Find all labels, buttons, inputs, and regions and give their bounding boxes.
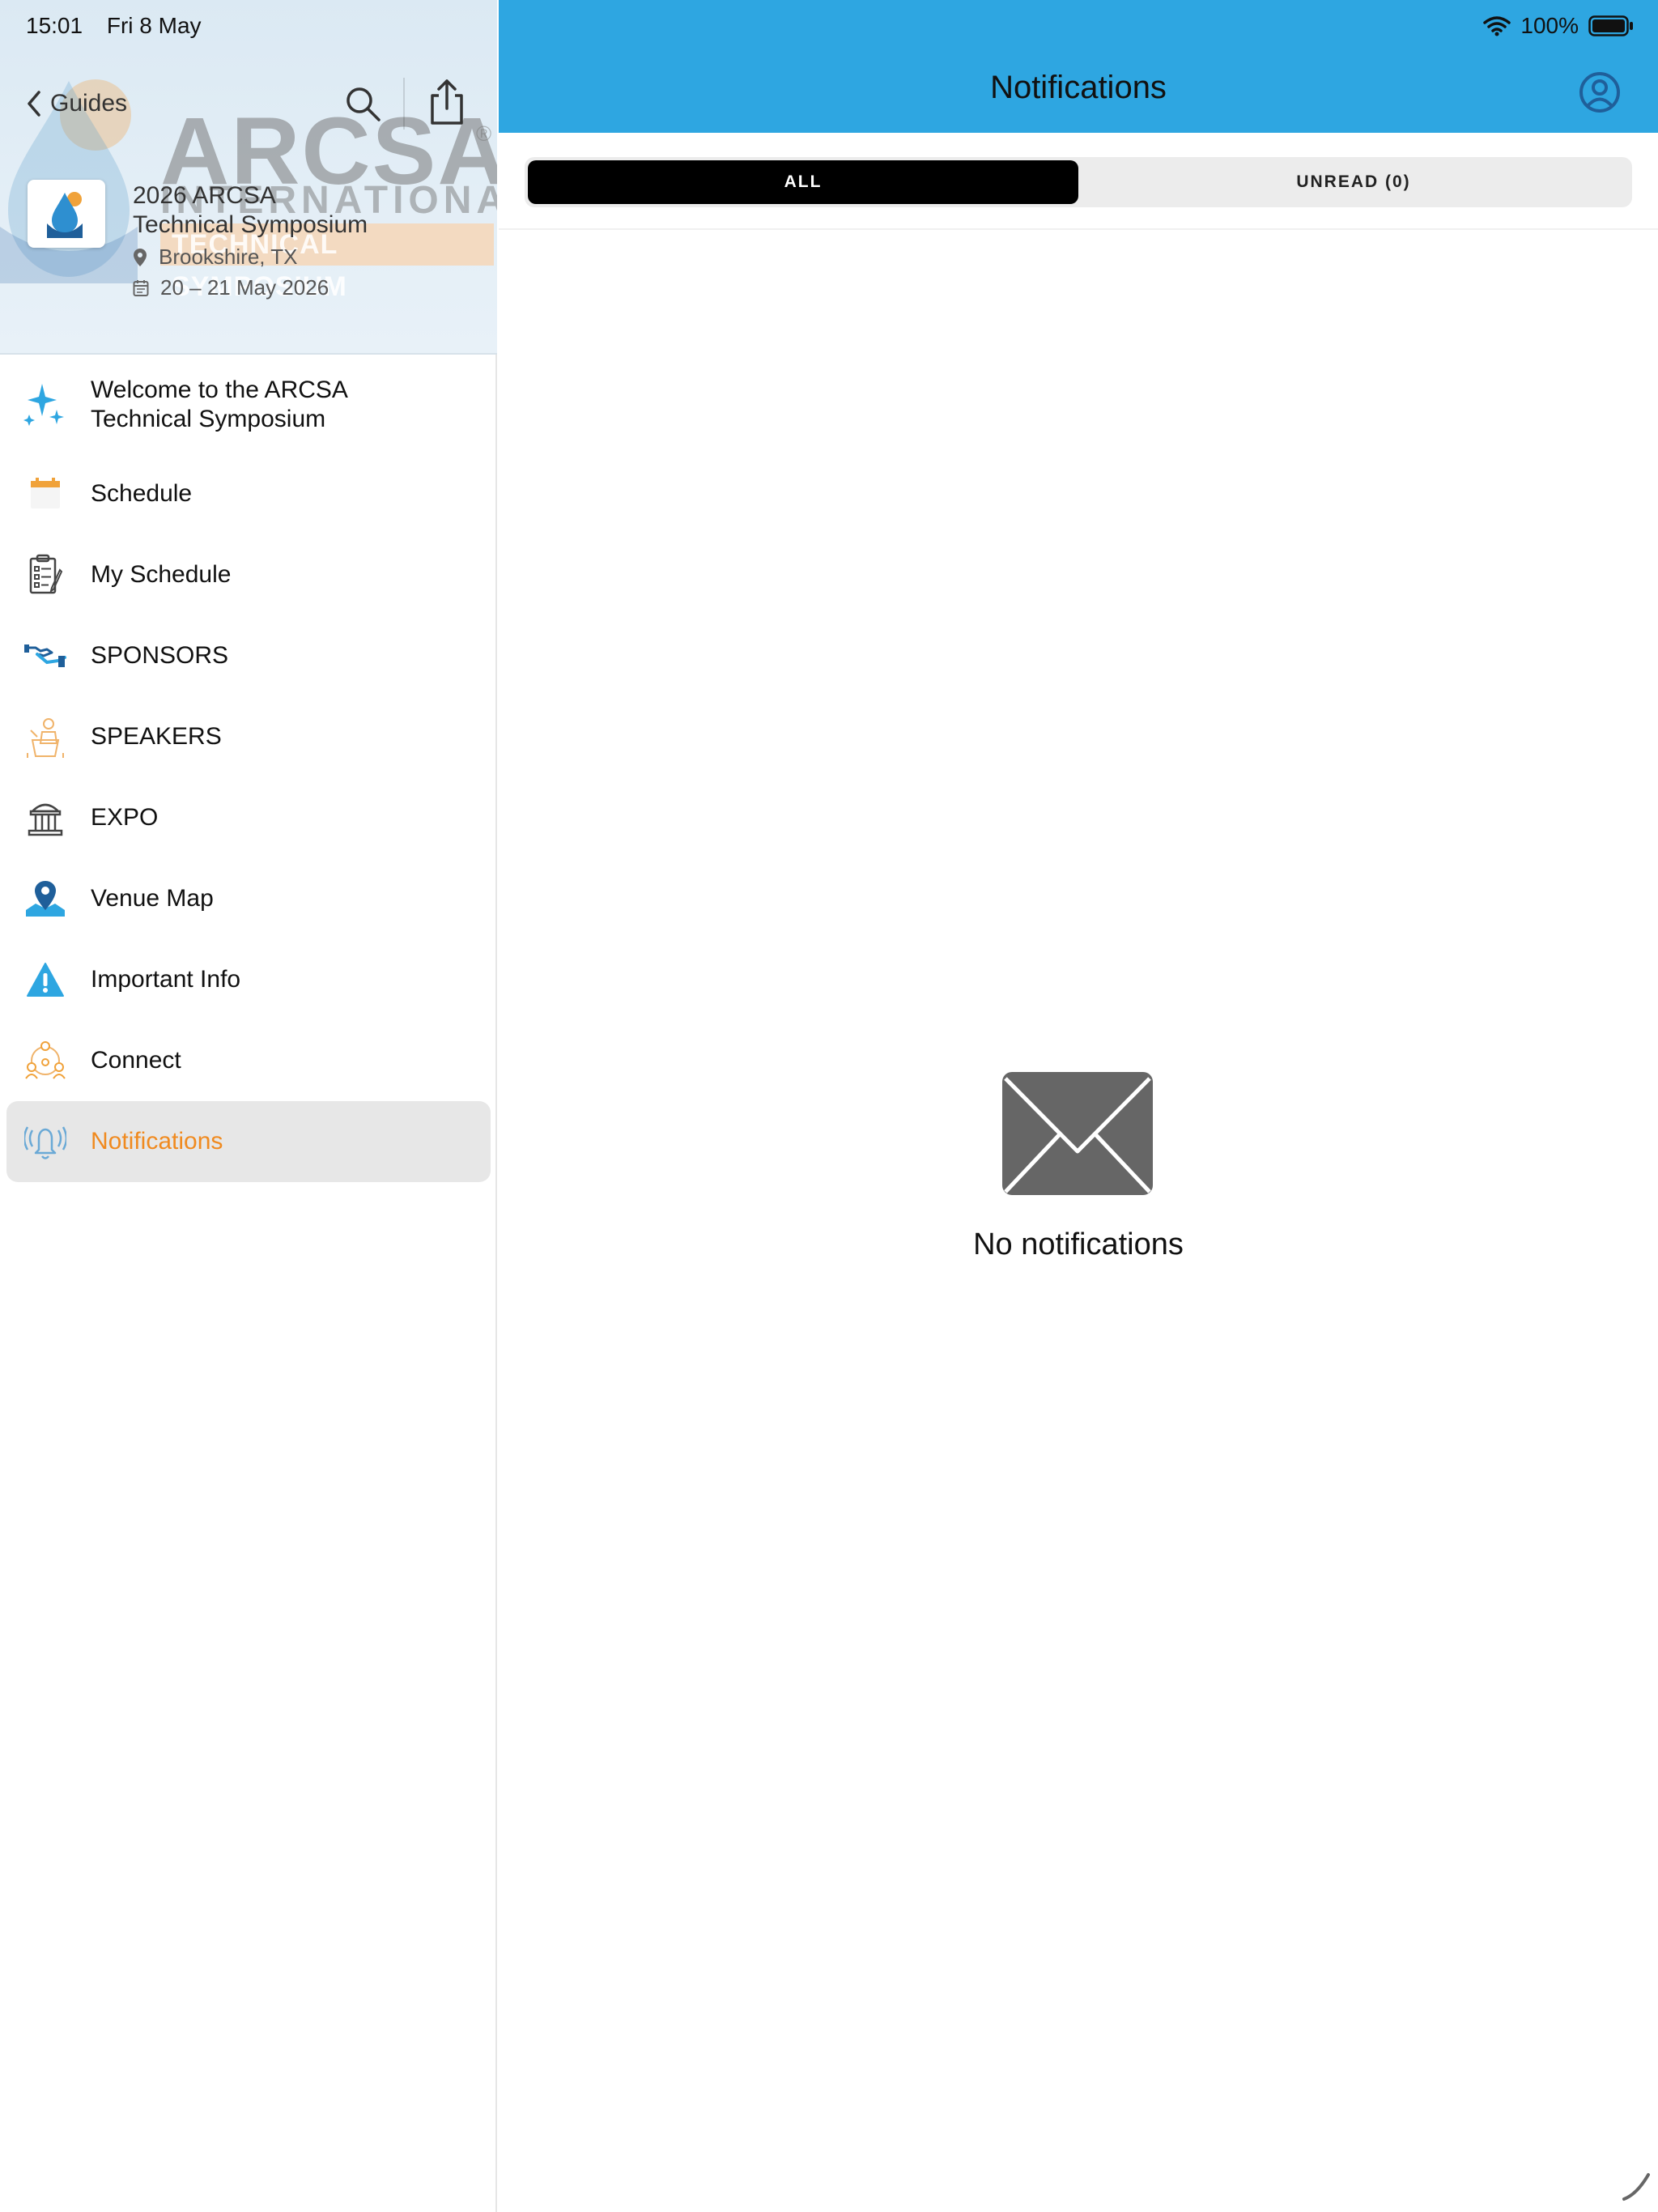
sidebar-item-my-schedule[interactable]: My Schedule: [0, 534, 497, 615]
event-header: ARCSA ® INTERNATIONAL TECHNICAL SYMPOSIU…: [0, 0, 497, 355]
top-bar: 100% Notifications: [499, 0, 1658, 133]
status-bar-right: 100%: [1473, 13, 1634, 39]
tabs-divider: [499, 228, 1658, 230]
tab-all[interactable]: ALL: [528, 160, 1078, 204]
sidebar-item-welcome-line2: Technical Symposium: [91, 406, 326, 432]
event-dates-text: 20 – 21 May 2026: [160, 275, 329, 300]
main-panel: 100% Notifications ALL UNREAD (0) No not…: [499, 0, 1658, 2212]
event-dates: 20 – 21 May 2026: [133, 275, 329, 300]
back-button-label: Guides: [50, 90, 128, 117]
chevron-left-icon: [28, 91, 40, 117]
event-location: Brookshire, TX: [133, 245, 297, 270]
battery-percent: 100%: [1520, 13, 1579, 38]
people-network-icon: [23, 1038, 68, 1083]
sidebar-item-welcome-line1: Welcome to the ARCSA: [91, 376, 348, 403]
calendar-icon: [23, 471, 68, 517]
speaker-icon: [23, 714, 68, 759]
bell-icon: [23, 1119, 68, 1164]
page-title: Notifications: [990, 70, 1167, 105]
sidebar-item-label: SPONSORS: [91, 642, 229, 669]
app-root: ARCSA ® INTERNATIONAL TECHNICAL SYMPOSIU…: [0, 0, 1658, 2212]
water-drop-logo-icon: [47, 192, 83, 238]
handshake-icon: [23, 633, 68, 678]
wifi-icon: [1483, 16, 1511, 36]
sidebar-item-label: Connect: [91, 1047, 181, 1074]
sidebar-item-label: Schedule: [91, 480, 193, 507]
calendar-small-icon: [133, 279, 149, 296]
location-pin-icon: [134, 248, 147, 266]
share-icon[interactable]: [427, 78, 466, 126]
sidebar-item-connect[interactable]: Connect: [0, 1020, 497, 1101]
sidebar-item-venue-map[interactable]: Venue Map: [0, 858, 497, 939]
sidebar-item-important-info[interactable]: Important Info: [0, 939, 497, 1020]
status-date: Fri 8 May: [106, 13, 202, 38]
envelope-icon: [1002, 1072, 1153, 1195]
map-pin-icon: [23, 876, 68, 921]
sidebar-item-label: Notifications: [91, 1128, 223, 1155]
status-bar-left: 15:01 Fri 8 May: [26, 13, 219, 39]
event-location-text: Brookshire, TX: [159, 245, 298, 269]
sidebar-item-welcome[interactable]: Welcome to the ARCSA Technical Symposium: [0, 356, 497, 453]
search-icon[interactable]: [343, 84, 382, 123]
sidebar-nav: Welcome to the ARCSA Technical Symposium…: [0, 356, 497, 1182]
empty-state-message: No notifications: [973, 1227, 1184, 1261]
resize-handle-icon: [1622, 2173, 1650, 2201]
sidebar-item-label: Important Info: [91, 966, 241, 993]
status-time: 15:01: [26, 13, 83, 38]
sidebar-item-label: EXPO: [91, 804, 159, 831]
event-title-line1: 2026 ARCSA: [133, 182, 276, 209]
sidebar-item-expo[interactable]: EXPO: [0, 777, 497, 858]
checklist-icon: [23, 552, 68, 598]
sparkles-icon: [23, 382, 68, 428]
event-logo: [28, 180, 105, 248]
battery-icon: [1588, 15, 1633, 36]
sidebar-item-label: My Schedule: [91, 561, 232, 588]
warning-icon: [23, 957, 68, 1002]
header-divider: [403, 78, 405, 130]
tab-unread[interactable]: UNREAD (0): [1078, 160, 1629, 204]
sidebar-item-notifications[interactable]: Notifications: [6, 1101, 491, 1182]
sidebar-item-label: Venue Map: [91, 885, 214, 912]
sidebar-item-speakers[interactable]: SPEAKERS: [0, 696, 497, 777]
back-button[interactable]: Guides: [24, 84, 127, 123]
notification-filter-tabs: ALL UNREAD (0): [525, 157, 1632, 207]
profile-icon[interactable]: [1577, 70, 1622, 115]
building-icon: [23, 795, 68, 840]
sidebar-item-schedule[interactable]: Schedule: [0, 453, 497, 534]
sidebar-item-label: SPEAKERS: [91, 723, 222, 750]
banner-registered-mark: ®: [476, 121, 492, 146]
event-title-line2: Technical Symposium: [133, 211, 368, 238]
event-title: 2026 ARCSA Technical Symposium: [133, 181, 481, 240]
sidebar-item-sponsors[interactable]: SPONSORS: [0, 615, 497, 696]
sidebar: ARCSA ® INTERNATIONAL TECHNICAL SYMPOSIU…: [0, 0, 497, 2212]
